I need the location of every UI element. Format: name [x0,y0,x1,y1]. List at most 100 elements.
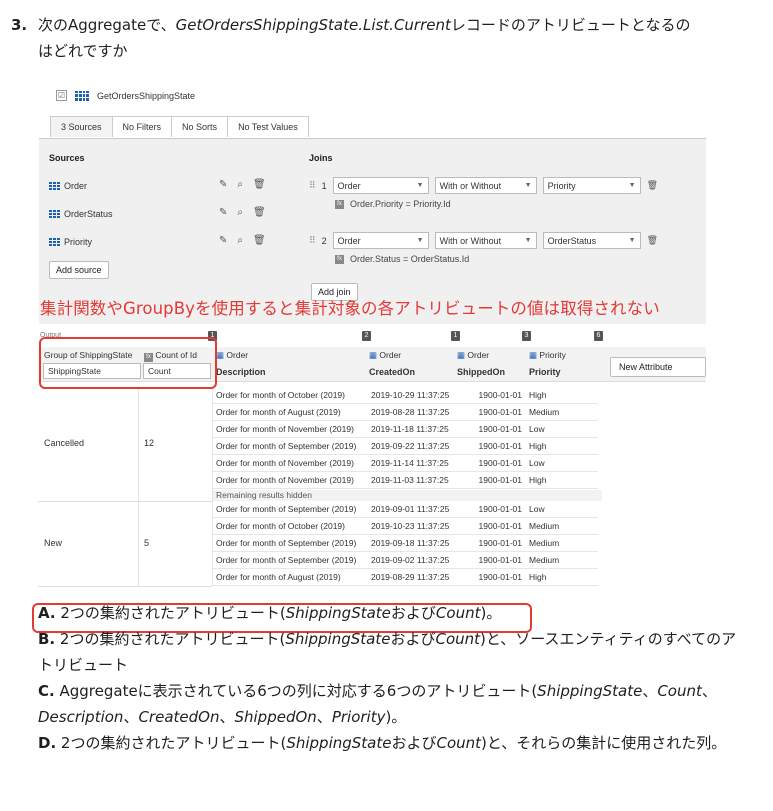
answer-text: 、 [701,682,717,700]
tab-test-values[interactable]: No Test Values [227,116,309,137]
table-cell: 1900-01-01 [478,521,522,531]
chevron-down-icon: ▼ [416,237,424,244]
table-cell: 2019-09-01 11:37:25 [371,504,450,514]
answer-text: および [390,630,436,648]
join-right-select[interactable]: OrderStatus ▼ [542,232,641,249]
source-label: OrderStatus [64,209,113,219]
source-item[interactable]: Order [49,181,87,191]
new-attribute-button[interactable]: New Attribute [610,357,706,377]
table-cell: 2019-11-14 11:37:25 [371,458,449,468]
collapse-checkbox[interactable]: ☑ [56,90,67,101]
question-line2: はどれですか [38,42,128,60]
column-header-shippedon[interactable]: ▦ Order ShippedOn [457,350,505,377]
column-header-createdon[interactable]: ▦ Order CreatedOn [369,350,415,377]
column-badge: 2 [362,331,371,341]
chevron-down-icon: ▼ [524,182,532,189]
answer-term: ShippedOn [234,708,317,726]
join-left-select[interactable]: Order ▼ [332,177,429,194]
source-label: Order [64,181,88,191]
drag-handle-icon[interactable]: ⠿ [309,235,316,246]
trash-icon[interactable]: 🗑 [647,180,658,191]
entity-icon [49,238,60,246]
search-icon[interactable]: ⌕ [237,235,243,246]
table-cell: Low [529,424,545,434]
source-item[interactable]: OrderStatus [49,209,113,219]
table-cell: Order for month of November (2019) [216,475,354,485]
table-cell: 1900-01-01 [478,504,522,514]
column-entity: Order [226,350,249,360]
column-attr: CreatedOn [369,367,416,377]
table-cell: Order for month of November (2019) [216,424,354,434]
table-cell: Low [529,504,545,514]
table-cell: Order for month of August (2019) [216,407,341,417]
join-type-value: With or Without [439,180,502,191]
answer-b[interactable]: B. 2つの集約されたアトリビュート(ShippingStateおよびCount… [38,626,738,678]
join-type-select[interactable]: With or Without ▼ [434,177,537,194]
edit-icon[interactable]: ✎ [219,207,227,218]
join-right-select[interactable]: Priority ▼ [542,177,641,194]
join-condition[interactable]: fx Order.Status = OrderStatus.Id [335,254,469,264]
column-header-priority[interactable]: ▦ Priority Priority [529,350,566,377]
question-prefix: 次のAggregateで、 [38,16,176,34]
table-cell: 2019-10-23 11:37:25 [371,521,450,531]
join-right-value: Priority [547,180,576,191]
answer-a[interactable]: A. 2つの集約されたアトリビュート(ShippingStateおよびCount… [38,600,738,626]
source-actions: ✎ ⌕ 🗑 [219,235,266,246]
search-icon[interactable]: ⌕ [237,179,243,190]
table-cell: 2019-11-18 11:37:25 [371,424,449,434]
column-header-description[interactable]: ▦ Order Description [216,350,266,377]
table-cell: Low [529,458,545,468]
add-source-button[interactable]: Add source [49,261,109,279]
answer-text: および [390,604,436,622]
answer-text: 2つの集約されたアトリビュート( [55,604,286,622]
aggregate-icon [75,90,89,101]
join-condition[interactable]: fx Order.Priority = Priority.Id [335,199,451,209]
table-cell: Order for month of September (2019) [216,441,357,451]
tab-filters[interactable]: No Filters [111,116,173,137]
aggregate-tabs: 3 Sources No Filters No Sorts No Test Va… [50,116,309,137]
question-number: 3. [11,16,28,34]
table-cell: Order for month of October (2019) [216,521,345,531]
trash-icon[interactable]: 🗑 [647,235,658,246]
table-cell: Medium [529,538,560,548]
answer-text: 2つの集約されたアトリビュート( [55,630,286,648]
drag-handle-icon[interactable]: ⠿ [309,180,316,191]
column-divider [212,387,213,586]
table-cell: Medium [529,555,560,565]
row-divider [212,517,598,518]
join-row: ⠿ 1 Order ▼ With or Without ▼ Priority ▼ 🗑 [309,177,658,194]
table-cell: 1900-01-01 [478,538,522,548]
expression-icon: fx [335,199,344,209]
source-item[interactable]: Priority [49,237,92,247]
trash-icon[interactable]: 🗑 [253,235,266,246]
trash-icon[interactable]: 🗑 [253,179,266,190]
table-cell: High [529,475,547,485]
aggregate-header: ☑ GetOrdersShippingState [56,90,195,101]
table-cell: 2019-09-18 11:37:25 [371,538,450,548]
trash-icon[interactable]: 🗑 [253,207,266,218]
table-cell: 2019-09-22 11:37:25 [371,441,450,451]
column-divider [138,387,139,586]
row-divider [212,551,598,552]
aggregate-name: GetOrdersShippingState [97,90,196,101]
edit-icon[interactable]: ✎ [219,235,227,246]
row-divider [212,471,598,472]
answer-term: ShippingState [285,630,391,648]
remaining-results-hidden: Remaining results hidden [212,490,602,501]
column-attr: Description [216,367,266,377]
answer-d[interactable]: D. 2つの集約されたアトリビュート(ShippingStateおよびCount… [38,730,738,756]
table-cell: 1900-01-01 [478,441,522,451]
group-state: Cancelled [44,438,85,448]
edit-icon[interactable]: ✎ [219,179,227,190]
tab-sorts[interactable]: No Sorts [171,116,229,137]
join-left-select[interactable]: Order ▼ [332,232,429,249]
chevron-down-icon: ▼ [628,182,636,189]
answer-c[interactable]: C. Aggregateに表示されている6つの列に対応する6つのアトリビュート(… [38,678,738,730]
join-type-select[interactable]: With or Without ▼ [434,232,537,249]
group-state: New [44,537,63,548]
row-divider [212,585,598,586]
tab-sources[interactable]: 3 Sources [50,116,113,137]
join-number: 2 [321,235,327,246]
search-icon[interactable]: ⌕ [237,207,243,218]
chevron-down-icon: ▼ [524,237,532,244]
